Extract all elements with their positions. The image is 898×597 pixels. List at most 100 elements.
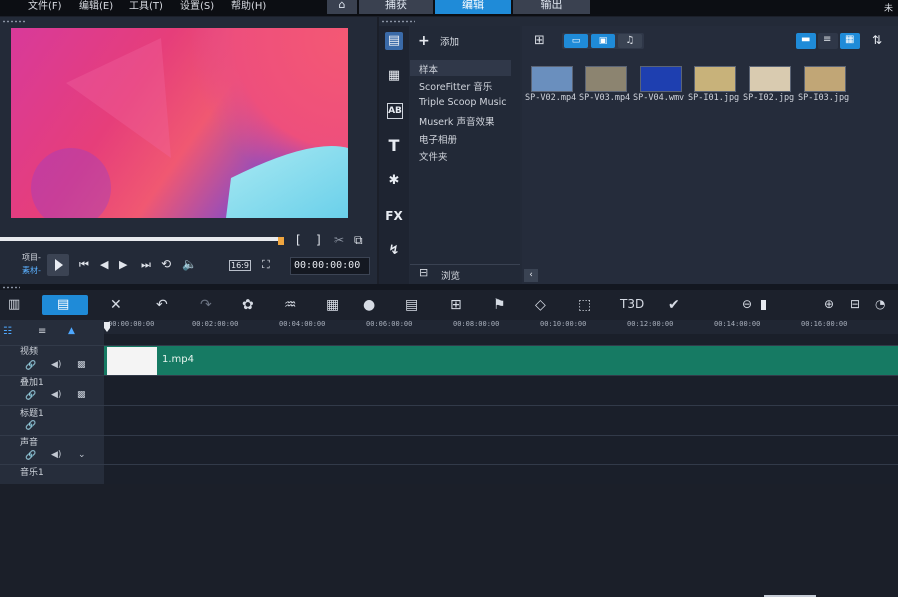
timeline-grip[interactable] (2, 286, 20, 289)
media-thumb[interactable] (531, 66, 573, 92)
previous-frame-icon[interactable]: ◀ (100, 258, 108, 271)
media-label[interactable]: SP-V04.wmv (633, 93, 684, 103)
media-thumb[interactable] (585, 66, 627, 92)
menu-settings[interactable]: 设置(S) (180, 0, 214, 12)
sort-icon[interactable]: ⇅ (872, 33, 882, 47)
folder-item[interactable]: Triple Scoop Music (419, 97, 506, 108)
browse-button[interactable]: 浏览 (441, 268, 460, 282)
mask-icon[interactable]: ◇ (535, 297, 546, 313)
play-button[interactable] (47, 254, 69, 276)
tab-capture[interactable]: 捕获 (359, 0, 433, 14)
tools-icon[interactable]: ✕ (110, 297, 122, 313)
3d-title-icon[interactable]: T3D (620, 297, 644, 311)
thumbnail-view-button[interactable]: ▦ (840, 33, 860, 49)
browse-icon[interactable]: ⊟ (419, 266, 428, 279)
zoom-out-icon[interactable]: ⊖ (742, 297, 752, 311)
home-tab[interactable]: ⌂ (327, 0, 357, 14)
link-icon[interactable]: 🔗 (25, 451, 36, 461)
safe-zone-icon[interactable]: ⛶ (262, 258, 270, 272)
multi-camera-icon[interactable]: ⊞ (450, 297, 462, 313)
media-thumb[interactable] (694, 66, 736, 92)
collapse-library-button[interactable]: ‹ (524, 269, 538, 282)
folder-item[interactable]: 文件夹 (419, 149, 448, 163)
import-media-icon[interactable]: ⊞ (534, 33, 545, 48)
subtitle-icon[interactable]: ▤ (405, 297, 418, 313)
path-icon[interactable]: ↯ (385, 242, 403, 260)
folder-item[interactable]: 电子相册 (419, 132, 457, 146)
menu-help[interactable]: 帮助(H) (231, 0, 266, 12)
media-label[interactable]: SP-V03.mp4 (579, 93, 630, 103)
media-thumb[interactable] (804, 66, 846, 92)
details-view-button[interactable]: ≡ (818, 33, 838, 49)
timeline-view-button[interactable]: ▤ (42, 295, 88, 315)
mute-icon[interactable]: ◀) (51, 390, 61, 400)
title-icon[interactable]: T (385, 137, 403, 155)
add-icon[interactable]: + (418, 33, 430, 49)
media-label[interactable]: SP-I02.jpg (743, 93, 794, 103)
add-folder-button[interactable]: 添加 (440, 34, 459, 48)
preview-screen[interactable] (11, 28, 348, 218)
tab-share[interactable]: 输出 (513, 0, 590, 14)
enlarge-icon[interactable]: ⧉ (354, 233, 363, 248)
repeat-icon[interactable]: ⟲ (161, 257, 171, 271)
project-mode-label[interactable]: 项目- (22, 252, 41, 263)
speed-icon[interactable]: ⚑ (493, 297, 506, 313)
scissors-icon[interactable]: ✂ (334, 233, 344, 247)
show-videos-button[interactable]: ▭ (564, 34, 588, 48)
transition-icon[interactable]: AB (387, 103, 403, 119)
end-icon[interactable]: ⏭ (141, 258, 151, 272)
folder-item[interactable]: ScoreFitter 音乐 (419, 79, 492, 93)
menu-file[interactable]: 文件(F) (28, 0, 62, 12)
scrubber-track[interactable] (0, 237, 283, 241)
mute-icon[interactable]: ◀) (51, 450, 61, 460)
show-photos-button[interactable]: ▣ (591, 34, 615, 48)
mark-out-icon[interactable]: ] (316, 233, 321, 247)
list-view-button[interactable]: ▬ (796, 33, 816, 49)
video-clip[interactable]: 1.mp4 (104, 345, 898, 376)
chapter-icon[interactable]: ≡ (38, 326, 46, 337)
media-thumb[interactable] (640, 66, 682, 92)
zoom-in-icon[interactable]: ⊕ (824, 297, 834, 311)
storyboard-view-icon[interactable]: ▥ (8, 297, 20, 312)
redo-icon[interactable]: ↷ (200, 297, 212, 313)
graphics-icon[interactable]: ✱ (385, 172, 403, 190)
folder-item[interactable]: 样本 (419, 62, 438, 76)
media-category-icon[interactable]: ▤ (385, 32, 403, 50)
track-manager-icon[interactable]: ☷ (3, 326, 12, 337)
ripple-icon[interactable]: ▲ (68, 326, 75, 336)
undo-icon[interactable]: ↶ (156, 297, 168, 313)
duration-icon[interactable]: ◔ (875, 297, 885, 311)
menu-tools[interactable]: 工具(T) (129, 0, 163, 12)
media-label[interactable]: SP-V02.mp4 (525, 93, 576, 103)
mute-icon[interactable]: ◀) (51, 360, 61, 370)
time-ruler[interactable]: 00:00:00:00 00:02:00:00 00:04:00:00 00:0… (104, 320, 898, 334)
scrubber-handle[interactable] (278, 237, 284, 245)
split-screen-icon[interactable]: ⬚ (578, 297, 591, 313)
tab-edit[interactable]: 编辑 (435, 0, 511, 14)
media-label[interactable]: SP-I03.jpg (798, 93, 849, 103)
zoom-slider-handle[interactable] (761, 300, 766, 310)
grid-overlay-icon[interactable]: ▩ (77, 390, 86, 400)
media-label[interactable]: SP-I01.jpg (688, 93, 739, 103)
link-icon[interactable]: 🔗 (25, 421, 36, 431)
instant-project-icon[interactable]: ▦ (385, 67, 403, 85)
next-frame-icon[interactable]: ▶ (119, 258, 127, 271)
panel-grip[interactable] (2, 20, 26, 23)
motion-icon[interactable]: ● (363, 297, 375, 313)
folder-item[interactable]: Muserk 声音效果 (419, 114, 494, 128)
media-thumb[interactable] (749, 66, 791, 92)
timecode-field[interactable]: 00:00:00:00 (290, 257, 370, 275)
home-start-icon[interactable]: ⏮ (79, 258, 89, 272)
show-audio-button[interactable]: ♫ (618, 34, 642, 48)
mark-in-icon[interactable]: [ (296, 233, 301, 247)
chevron-down-icon[interactable]: ⌄ (78, 450, 86, 460)
filter-icon[interactable]: FX (385, 207, 403, 225)
fit-project-icon[interactable]: ⊟ (850, 297, 860, 311)
link-icon[interactable]: 🔗 (25, 361, 36, 371)
library-grip[interactable] (381, 20, 415, 23)
link-icon[interactable]: 🔗 (25, 391, 36, 401)
menu-edit[interactable]: 编辑(E) (79, 0, 113, 12)
clip-mode-label[interactable]: 素材- (22, 265, 41, 276)
smart-package-icon[interactable]: ✔ (668, 297, 680, 313)
auto-music-icon[interactable]: ▦ (326, 297, 339, 313)
